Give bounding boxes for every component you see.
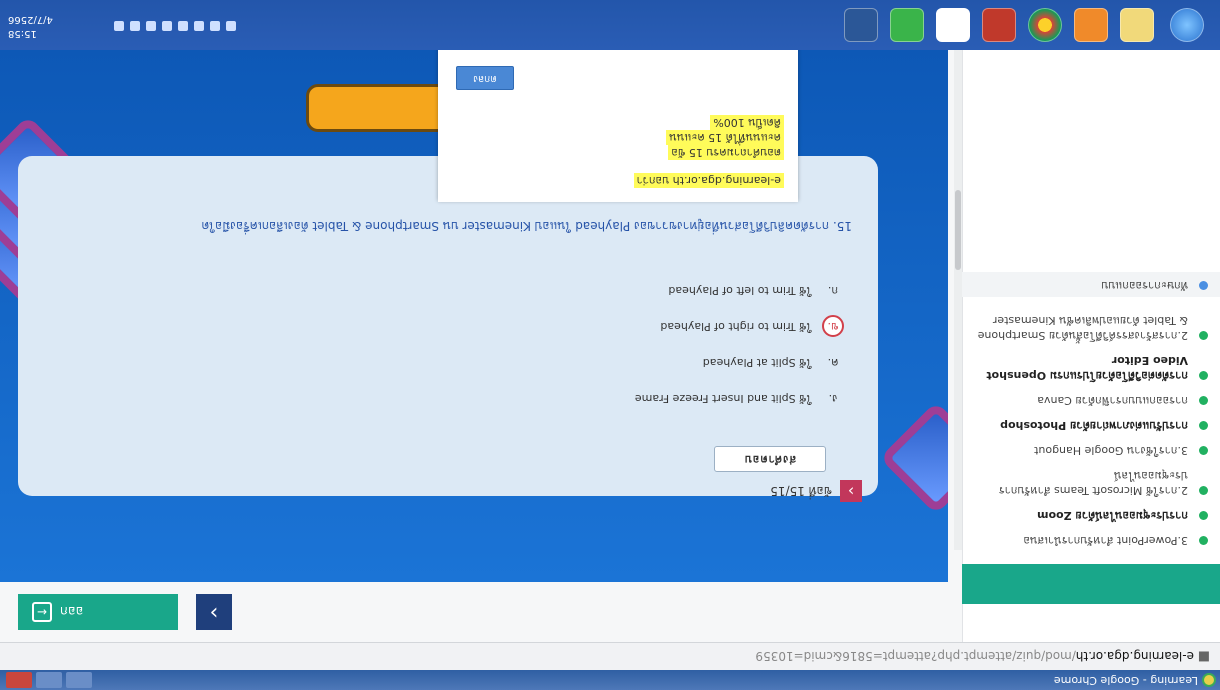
scrollbar[interactable] xyxy=(954,10,962,550)
minimize-button[interactable] xyxy=(66,672,92,688)
sidebar-item-label: การปรับแต่งภาพถ่ายด้วย Photoshop xyxy=(1000,419,1188,432)
screenshot-stage: Learning - Google Chrome ■ e-learning.dg… xyxy=(0,0,1220,690)
sidebar-list: 3.PowerPoint สำหรับการนำเสนอ การประชุมออน… xyxy=(962,272,1220,552)
sidebar-item[interactable]: 2.การสร้างสรรค์วิดีโอสั้นด้วย Smartphone… xyxy=(962,307,1220,347)
progress-label: ข้อที่ 15/15 xyxy=(770,484,832,499)
taskbar-clock[interactable]: 15:58 4/7/2566 xyxy=(8,12,53,40)
word-icon[interactable] xyxy=(844,8,878,42)
answer-option[interactable]: ง. ใช้ Split and Insert Freeze Frame xyxy=(52,380,852,416)
course-sidebar: 3.PowerPoint สำหรับการนำเสนอ การประชุมออน… xyxy=(962,0,1220,642)
address-bar[interactable]: ■ e-learning.dga.or.th/mod/quiz/attempt.… xyxy=(0,642,1220,670)
sidebar-item[interactable]: การปรับแต่งภาพถ่ายด้วย Photoshop xyxy=(962,412,1220,437)
url-text[interactable]: e-learning.dga.or.th/mod/quiz/attempt.ph… xyxy=(755,642,1194,670)
sidebar-item[interactable]: ทักษะการออกแบบ xyxy=(962,272,1220,297)
option-letter: ค. xyxy=(827,356,839,369)
url-host: e-learning.dga.or.th xyxy=(1075,649,1194,663)
folder-icon[interactable] xyxy=(1120,8,1154,42)
dialog-line: คะแนนที่ได้ 15 คะแนน xyxy=(666,130,784,145)
option-letter: ข. xyxy=(822,315,844,337)
chevron-right-icon[interactable]: › xyxy=(840,480,862,502)
exit-label: ออก xyxy=(60,603,84,619)
sidebar-item-label: 3.การใช้งาน Google Hangout xyxy=(1034,444,1188,457)
sidebar-item-label: การตัดต่อวิดีโอด้วยโปรแกรม Openshot Vide… xyxy=(986,354,1188,382)
status-dot-icon xyxy=(1199,396,1208,405)
status-dot-icon xyxy=(1199,486,1208,495)
dialog-line: ตอบคำถามครบ 15 ข้อ xyxy=(668,145,784,160)
status-dot-icon xyxy=(1199,281,1208,290)
exit-button[interactable]: ออก ← xyxy=(18,594,178,630)
scrollbar-thumb[interactable] xyxy=(955,190,961,270)
status-dot-icon xyxy=(1199,371,1208,380)
sidebar-item[interactable]: การตัดต่อวิดีโอด้วยโปรแกรม Openshot Vide… xyxy=(962,347,1220,387)
alert-dialog: e-learning.dga.or.th บอกว่า ตอบคำถามครบ … xyxy=(438,42,798,202)
dialog-origin: e-learning.dga.or.th บอกว่า xyxy=(633,173,784,188)
windows-taskbar: 15:58 4/7/2566 xyxy=(0,0,1220,50)
window-title: Learning - Google Chrome xyxy=(1053,674,1198,687)
option-text: ใช้ Trim to right of Playhead xyxy=(660,320,812,333)
sidebar-item[interactable]: 2.การใช้ Microsoft Teams สำหรับการประชุม… xyxy=(962,462,1220,502)
sidebar-item-label: การประชุมออนไลน์ด้วย Zoom xyxy=(1037,509,1188,522)
dialog-line: คิดเป็น 100% xyxy=(710,115,784,130)
option-text: ใช้ Split and Insert Freeze Frame xyxy=(634,392,812,405)
status-dot-icon xyxy=(1199,446,1208,455)
dialog-ok-button[interactable]: ตกลง xyxy=(456,66,514,90)
chrome-icon xyxy=(1202,673,1216,687)
line-icon[interactable] xyxy=(890,8,924,42)
question-progress: › ข้อที่ 15/15 xyxy=(770,480,862,502)
status-dot-icon xyxy=(1199,421,1208,430)
chevron-right-icon[interactable]: › xyxy=(196,594,232,630)
browser-title-bar: Learning - Google Chrome xyxy=(0,670,1220,690)
sidebar-item[interactable]: การประชุมออนไลน์ด้วย Zoom xyxy=(962,502,1220,527)
maximize-button[interactable] xyxy=(36,672,62,688)
sidebar-item-label: 2.การสร้างสรรค์วิดีโอสั้นด้วย Smartphone… xyxy=(977,314,1188,342)
status-dot-icon xyxy=(1199,331,1208,340)
system-tray[interactable] xyxy=(56,16,236,36)
sidebar-item-label: การออกแบบกราฟิกด้วย Canva xyxy=(1037,394,1188,407)
chrome-taskbar-icon[interactable] xyxy=(1028,8,1062,42)
sidebar-item-label: ทักษะการออกแบบ xyxy=(1101,279,1188,292)
close-button[interactable] xyxy=(6,672,32,688)
sidebar-item-label: 3.PowerPoint สำหรับการนำเสนอ xyxy=(1023,534,1188,547)
answer-options: ง. ใช้ Split and Insert Freeze Frame ค. ใช้… xyxy=(52,272,852,416)
option-letter: ง. xyxy=(828,392,838,405)
clock-date: 4/7/2566 xyxy=(8,14,53,25)
sidebar-item[interactable]: 3.PowerPoint สำหรับการนำเสนอ xyxy=(962,527,1220,552)
question-text: 15. การตัดคลิปวิดีโอส่วนที่อยู่ทางขวาของ… xyxy=(201,219,852,233)
option-text: ใช้ Trim to left of Playhead xyxy=(668,284,812,297)
media-player-icon[interactable] xyxy=(1074,8,1108,42)
page-info-icon[interactable]: ■ xyxy=(1198,642,1210,670)
submit-answer-button[interactable]: ส่งคำตอบ xyxy=(714,446,826,472)
decorative-cube xyxy=(879,401,948,515)
status-dot-icon xyxy=(1199,536,1208,545)
app-icon[interactable] xyxy=(936,8,970,42)
sidebar-header xyxy=(962,564,1220,604)
option-text: ใช้ Split at Playhead xyxy=(702,356,812,369)
app-icon[interactable] xyxy=(982,8,1016,42)
nav-strip: › ออก ← xyxy=(0,582,962,642)
start-button[interactable] xyxy=(1170,8,1204,42)
option-letter: ก. xyxy=(827,284,839,297)
sidebar-item[interactable]: 3.การใช้งาน Google Hangout xyxy=(962,437,1220,462)
answer-option[interactable]: ค. ใช้ Split at Playhead xyxy=(52,344,852,380)
answer-option[interactable]: ก. ใช้ Trim to left of Playhead xyxy=(52,272,852,308)
sidebar-item-label: 2.การใช้ Microsoft Teams สำหรับการประชุม… xyxy=(998,469,1188,497)
clock-time: 15:58 xyxy=(8,28,37,39)
status-dot-icon xyxy=(1199,511,1208,520)
url-path: /mod/quiz/attempt.php?attempt=5816&cmid=… xyxy=(755,649,1076,663)
question-card: › ข้อที่ 15/15 ส่งคำตอบ ง. ใช้ Split and … xyxy=(18,156,878,502)
main-area: › ออก ← › ข้อที่ 15/15 ส่งคำตอบ ง. ใช้ Sp… xyxy=(0,0,962,642)
answer-option[interactable]: ข. ใช้ Trim to right of Playhead xyxy=(52,308,852,344)
sidebar-item[interactable]: การออกแบบกราฟิกด้วย Canva xyxy=(962,387,1220,412)
exit-icon: ← xyxy=(32,602,52,622)
